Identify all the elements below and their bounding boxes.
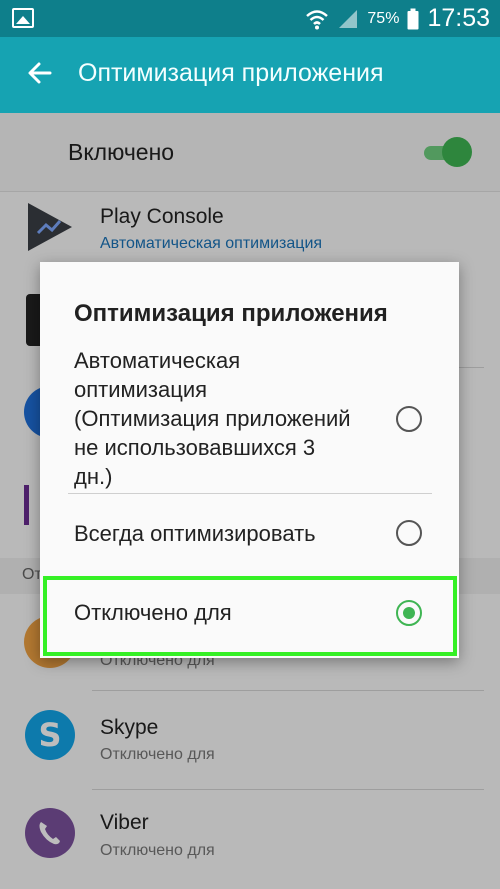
option-label-line: дн.)	[74, 464, 113, 489]
dialog-title: Оптимизация приложения	[74, 300, 388, 327]
image-notification-icon	[12, 8, 34, 28]
option-always-optimize[interactable]: Всегда оптимизировать	[40, 502, 459, 564]
battery-icon	[407, 8, 419, 29]
page-title: Оптимизация приложения	[78, 59, 384, 87]
radio-button[interactable]	[396, 520, 422, 546]
option-label-line: (Оптимизация приложений	[74, 406, 351, 431]
wifi-icon	[306, 9, 329, 29]
status-bar: 75% 17:53	[0, 0, 500, 37]
highlight-box	[43, 576, 457, 656]
option-label-line: оптимизация	[74, 377, 208, 402]
back-arrow-icon[interactable]	[22, 55, 58, 91]
option-label-line: Автоматическая	[74, 348, 241, 373]
radio-button[interactable]	[396, 406, 422, 432]
status-icons: 75% 17:53	[305, 0, 490, 37]
option-auto-optimize[interactable]: Автоматическая оптимизация (Оптимизация …	[40, 346, 459, 496]
divider	[68, 493, 432, 494]
option-label-line: не использовавшихся 3	[74, 435, 316, 460]
battery-percent: 75%	[367, 9, 400, 27]
option-label: Автоматическая оптимизация (Оптимизация …	[74, 346, 351, 491]
signal-icon	[339, 9, 358, 28]
app-bar: Оптимизация приложения	[0, 37, 500, 113]
option-label: Всегда оптимизировать	[74, 521, 316, 546]
clock: 17:53	[427, 4, 490, 32]
